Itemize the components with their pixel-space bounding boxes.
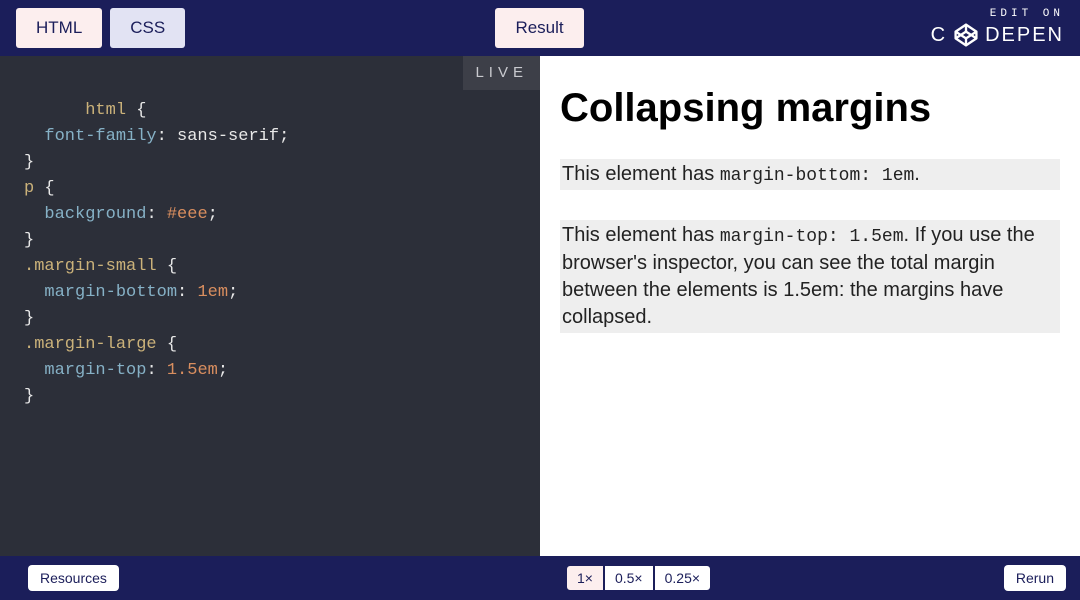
code-token: { (157, 257, 177, 276)
code-token: background (44, 205, 146, 224)
code-token: : (157, 127, 177, 146)
code-token: { (34, 179, 54, 198)
code-token: { (126, 101, 146, 120)
zoom-0-25x[interactable]: 0.25× (654, 565, 711, 591)
code-token: .margin-large (24, 335, 157, 354)
zoom-1x[interactable]: 1× (566, 565, 604, 591)
app-root: HTML CSS Result EDIT ON C DEPEN (0, 0, 1080, 600)
codepen-wordmark: C (931, 24, 947, 47)
tab-result[interactable]: Result (495, 8, 583, 48)
text: This element has (562, 163, 720, 185)
code-token: } (24, 387, 34, 406)
tab-html[interactable]: HTML (16, 8, 102, 48)
code-token: } (24, 309, 34, 328)
codepen-wordmark-tail: DEPEN (985, 24, 1064, 47)
result-paragraph-2: This element has margin-top: 1.5em. If y… (560, 220, 1060, 332)
code-token: sans-serif (177, 127, 279, 146)
text: . (914, 163, 920, 185)
code-token: html (85, 101, 126, 120)
text: This element has (562, 224, 720, 246)
rerun-button[interactable]: Rerun (1004, 565, 1066, 591)
code-token: ; (218, 361, 228, 380)
inline-code: margin-bottom: 1em (720, 166, 914, 186)
tab-css[interactable]: CSS (110, 8, 185, 48)
codepen-cube-icon (953, 22, 979, 48)
code-token: .margin-small (24, 257, 157, 276)
result-heading: Collapsing margins (560, 86, 1060, 131)
code-token: } (24, 153, 34, 172)
codepen-logo: C DEPEN (931, 22, 1064, 48)
zoom-0-5x[interactable]: 0.5× (604, 565, 654, 591)
edit-on-label: EDIT ON (990, 8, 1064, 20)
code-token: #eee (167, 205, 208, 224)
code-token: ; (279, 127, 289, 146)
main-area: LIVEhtml { font-family: sans-serif; } p … (0, 56, 1080, 556)
live-badge: LIVE (463, 56, 540, 90)
code-token: 1em (197, 283, 228, 302)
code-token: margin-bottom (44, 283, 177, 302)
code-token: } (24, 231, 34, 250)
resources-button[interactable]: Resources (28, 565, 119, 591)
zoom-group: 1× 0.5× 0.25× (566, 565, 711, 591)
inline-code: margin-top: 1.5em (720, 227, 904, 247)
code-token: ; (208, 205, 218, 224)
result-paragraph-1: This element has margin-bottom: 1em. (560, 159, 1060, 190)
footer-bar: Resources 1× 0.5× 0.25× Rerun (0, 556, 1080, 600)
code-token: : (177, 283, 197, 302)
code-editor[interactable]: LIVEhtml { font-family: sans-serif; } p … (0, 56, 540, 556)
codepen-branding[interactable]: EDIT ON C DEPEN (931, 8, 1064, 48)
code-token: p (24, 179, 34, 198)
footer-wrap: Resources 1× 0.5× 0.25× Rerun (14, 556, 1066, 600)
code-token: 1.5em (167, 361, 218, 380)
code-token: : (146, 361, 166, 380)
header-bar: HTML CSS Result EDIT ON C DEPEN (0, 0, 1080, 56)
code-token: ; (228, 283, 238, 302)
result-pane: Collapsing margins This element has marg… (540, 56, 1080, 556)
code-token: font-family (44, 127, 156, 146)
code-token: { (157, 335, 177, 354)
code-token: : (146, 205, 166, 224)
code-token: margin-top (44, 361, 146, 380)
